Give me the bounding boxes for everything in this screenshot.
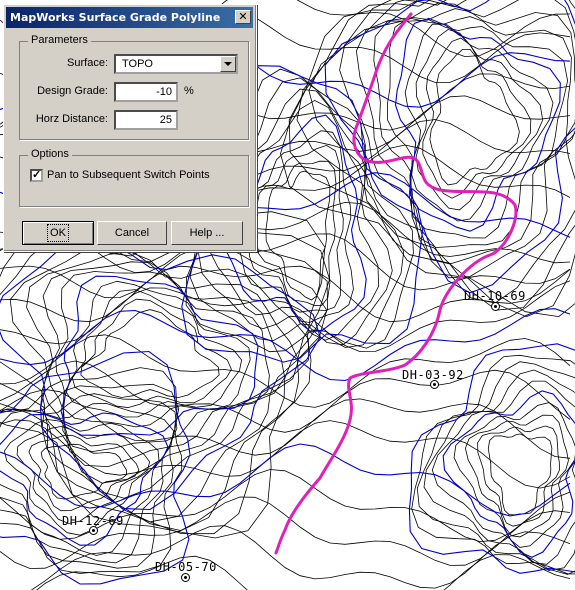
contour-line xyxy=(36,554,571,590)
contour-line xyxy=(394,17,561,232)
design-grade-field[interactable]: -10 xyxy=(114,82,178,102)
pan-checkbox-label[interactable]: Pan to Subsequent Switch Points xyxy=(47,169,210,181)
design-grade-label: Design Grade: xyxy=(37,85,108,97)
parameters-legend: Parameters xyxy=(28,34,91,46)
dialog-titlebar[interactable]: MapWorks Surface Grade Polyline ✕ xyxy=(6,7,253,28)
surface-grade-dialog: MapWorks Surface Grade Polyline ✕ Parame… xyxy=(3,4,257,252)
drillhole-label: DH-05-70 xyxy=(155,560,217,574)
chevron-down-icon[interactable] xyxy=(220,56,236,72)
drillhole-label: DH-10-69 xyxy=(464,289,526,303)
contour-line xyxy=(0,402,175,556)
surface-select[interactable]: TOPO xyxy=(114,54,238,74)
drillhole-symbol-icon xyxy=(181,573,190,582)
ok-button[interactable]: OK xyxy=(22,221,94,245)
contour-line xyxy=(265,170,331,301)
options-legend: Options xyxy=(28,148,72,160)
help-button[interactable]: Help ... xyxy=(171,221,243,245)
cancel-button[interactable]: Cancel xyxy=(97,221,167,245)
drillhole-symbol-icon xyxy=(430,380,439,389)
horz-distance-field[interactable]: 25 xyxy=(114,110,178,130)
checkmark-icon: ✓ xyxy=(32,169,42,181)
dialog-title: MapWorks Surface Grade Polyline xyxy=(10,11,221,24)
contour-line xyxy=(487,433,553,516)
contour-line xyxy=(65,289,242,418)
ok-label: OK xyxy=(47,224,69,242)
horz-distance-label: Horz Distance: xyxy=(35,113,108,125)
contour-line xyxy=(296,0,575,311)
design-grade-unit: % xyxy=(184,85,194,97)
contour-line xyxy=(0,360,571,433)
pan-checkbox[interactable]: ✓ xyxy=(30,169,43,182)
contour-line xyxy=(464,414,569,538)
horz-distance-value: 25 xyxy=(159,114,172,126)
cancel-label: Cancel xyxy=(114,227,150,239)
design-grade-value: -10 xyxy=(156,86,172,98)
close-button[interactable]: ✕ xyxy=(235,10,251,24)
contour-line xyxy=(30,525,571,590)
drillhole-symbol-icon xyxy=(89,526,98,535)
surface-label: Surface: xyxy=(67,57,108,69)
close-icon: ✕ xyxy=(238,10,248,23)
contour-line xyxy=(386,16,569,239)
parameters-group: Parameters Surface: TOPO Design Grade: -… xyxy=(19,34,249,140)
drillhole-symbol-icon xyxy=(491,302,500,311)
contour-line xyxy=(288,0,575,318)
help-label: Help ... xyxy=(189,227,225,239)
contour-line xyxy=(0,238,321,511)
options-group: Options ✓ Pan to Subsequent Switch Point… xyxy=(19,148,249,207)
surface-value: TOPO xyxy=(122,58,153,70)
